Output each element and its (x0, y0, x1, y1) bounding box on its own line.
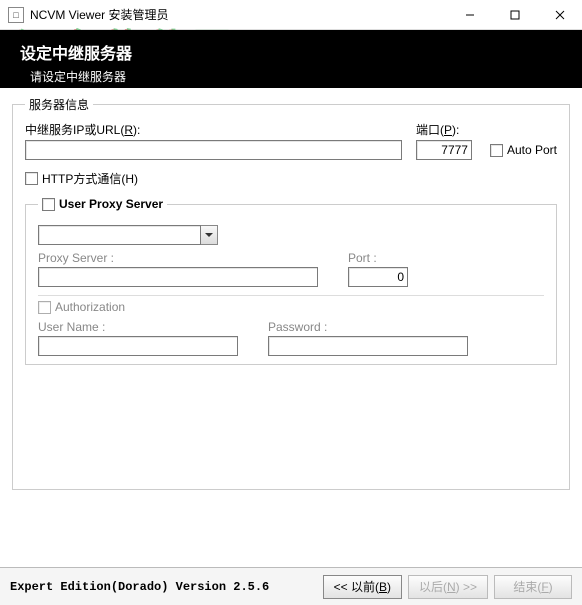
server-info-legend: 服务器信息 (25, 96, 93, 113)
wizard-header: 设定中继服务器 请设定中继服务器 (0, 30, 582, 88)
minimize-button[interactable] (447, 1, 492, 29)
finish-button[interactable]: 结束(F) (494, 575, 572, 599)
chevron-down-icon[interactable] (201, 225, 218, 245)
proxy-legend: User Proxy Server (38, 197, 167, 211)
auto-port-checkbox[interactable] (490, 144, 503, 157)
proxy-type-combo[interactable] (38, 225, 201, 245)
wizard-footer: Expert Edition(Dorado) Version 2.5.6 << … (0, 567, 582, 605)
authorization-checkbox[interactable] (38, 301, 51, 314)
proxy-port-input[interactable] (348, 267, 408, 287)
port-label: 端口(P): (416, 121, 476, 138)
proxy-port-label: Port : (348, 251, 448, 265)
wizard-subtitle: 请设定中继服务器 (30, 68, 562, 85)
proxy-server-input[interactable] (38, 267, 318, 287)
password-input[interactable] (268, 336, 468, 356)
wizard-title: 设定中继服务器 (20, 40, 562, 64)
close-button[interactable] (537, 1, 582, 29)
username-label: User Name : (38, 320, 238, 334)
http-mode-label: HTTP方式通信(H) (42, 170, 138, 187)
authorization-label: Authorization (55, 300, 125, 314)
relay-url-input[interactable] (25, 140, 402, 160)
back-button[interactable]: << 以前(B) (323, 575, 402, 599)
version-label: Expert Edition(Dorado) Version 2.5.6 (10, 580, 317, 594)
next-button[interactable]: 以后(N) >> (408, 575, 488, 599)
window-title: NCVM Viewer 安装管理员 (30, 6, 447, 23)
window-titlebar: □ NCVM Viewer 安装管理员 (0, 0, 582, 30)
username-input[interactable] (38, 336, 238, 356)
proxy-group: User Proxy Server Proxy Server : Port : (25, 197, 557, 365)
use-proxy-checkbox[interactable] (42, 198, 55, 211)
http-mode-checkbox[interactable] (25, 172, 38, 185)
app-icon: □ (8, 7, 24, 23)
server-info-group: 服务器信息 中继服务IP或URL(R): 端口(P): Auto Port (12, 96, 570, 490)
port-input[interactable] (416, 140, 472, 160)
auto-port-label: Auto Port (507, 143, 557, 157)
relay-url-label: 中继服务IP或URL(R): (25, 121, 402, 138)
maximize-button[interactable] (492, 1, 537, 29)
password-label: Password : (268, 320, 468, 334)
proxy-server-label: Proxy Server : (38, 251, 318, 265)
